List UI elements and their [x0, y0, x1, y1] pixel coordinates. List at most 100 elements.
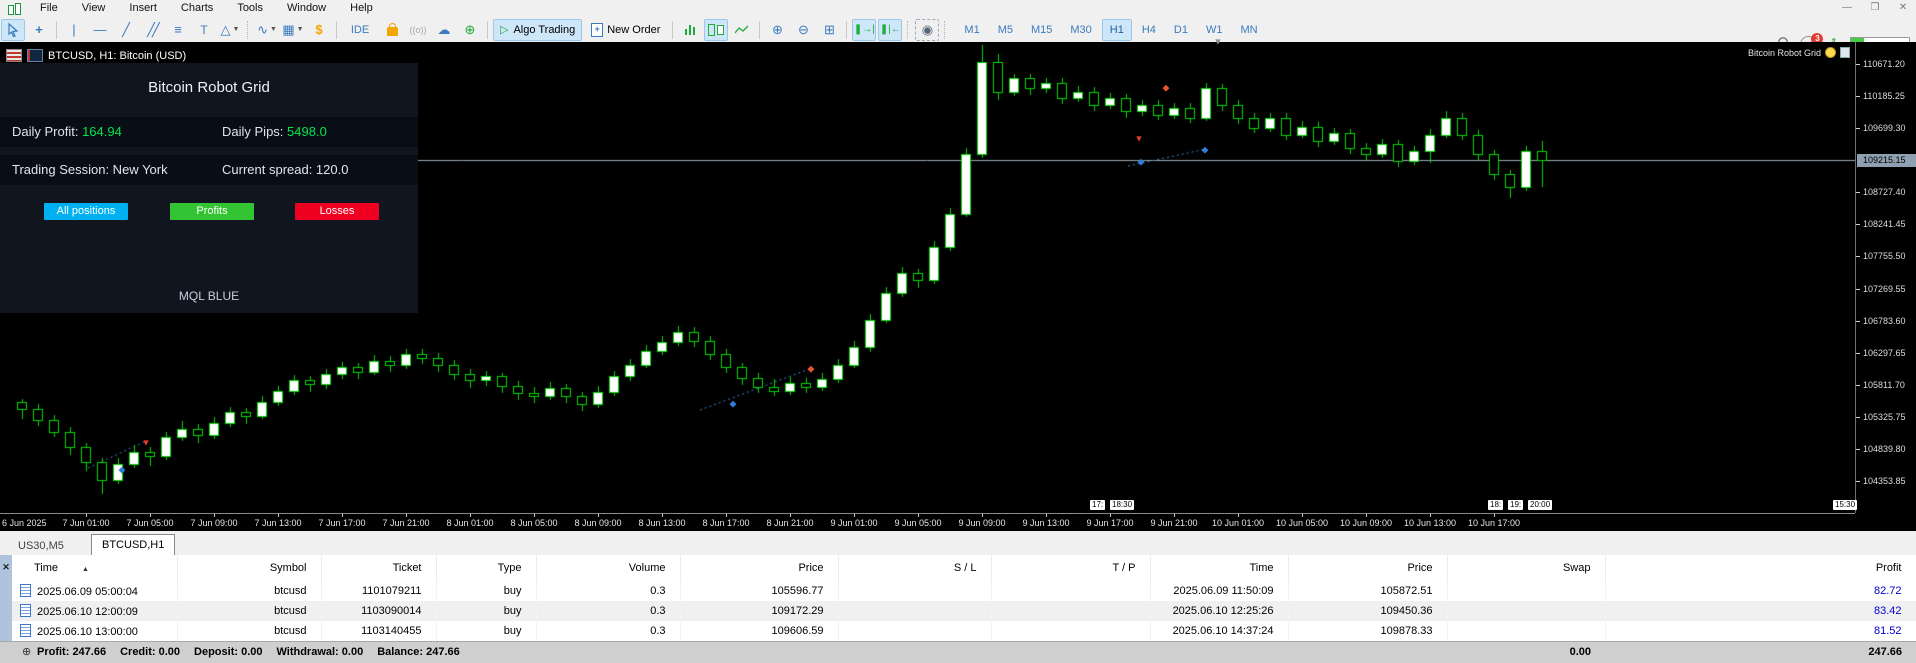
- vertical-line-button[interactable]: |: [62, 19, 86, 41]
- algo-trading-button[interactable]: ▷ Algo Trading: [493, 18, 583, 41]
- column-header-price-close[interactable]: Price: [1288, 555, 1448, 581]
- column-header-volume[interactable]: Volume: [536, 555, 681, 581]
- timeframe-M5[interactable]: M5: [990, 19, 1021, 41]
- price-axis-label: 106783.60: [1863, 316, 1906, 326]
- cell-close_price: 109450.36: [1288, 601, 1448, 621]
- chart-tab-btcusd-h1[interactable]: BTCUSD,H1: [91, 534, 176, 555]
- time-axis[interactable]: 6 Jun 2025 7 Jun 01:00 7 Jun 05:00 7 Jun 09…: [0, 513, 1855, 532]
- restore-button[interactable]: ❐: [1868, 0, 1882, 15]
- new-order-button[interactable]: + New Order: [584, 19, 667, 41]
- column-header-time-close[interactable]: Time: [1150, 555, 1289, 581]
- column-header-sl[interactable]: S / L: [838, 555, 992, 581]
- ea-panel: Bitcoin Robot Grid Daily Profit: 164.94 …: [0, 63, 418, 313]
- menu-tools[interactable]: Tools: [225, 0, 275, 17]
- cell-sl: [838, 621, 992, 641]
- column-header-profit-close[interactable]: Profit: [1605, 555, 1916, 581]
- timeframe-M15[interactable]: M15: [1023, 19, 1060, 41]
- price-tick: [1856, 481, 1860, 482]
- time-axis-label: 10 Jun 01:00: [1211, 518, 1265, 528]
- ea-panel-row-session: Trading Session: New York Current spread…: [0, 155, 418, 185]
- ide-button[interactable]: IDE: [342, 19, 378, 41]
- fibonacci-button[interactable]: ≡: [166, 19, 190, 41]
- menu-view[interactable]: View: [70, 0, 118, 17]
- community-icon[interactable]: ⊕: [458, 19, 482, 41]
- chart-area[interactable]: BTCUSD, H1: Bitcoin (USD) Bitcoin Robot …: [0, 37, 1916, 532]
- close-button[interactable]: ✕: [1896, 0, 1910, 15]
- zoom-out-button[interactable]: ⊖: [791, 19, 815, 41]
- column-header-price[interactable]: Price: [680, 555, 839, 581]
- price-tick: [1856, 449, 1860, 450]
- chart-tab-us30-m5[interactable]: US30,M5: [8, 537, 74, 555]
- menu-charts[interactable]: Charts: [169, 0, 225, 17]
- time-axis-label: 7 Jun 13:00: [254, 518, 302, 528]
- cloud-icon[interactable]: ☁: [432, 19, 456, 41]
- table-row[interactable]: 2025.06.09 05:00:04 btcusd 1101079211 buy 0.…: [12, 581, 1916, 601]
- channel-button[interactable]: ╱╱: [140, 19, 164, 41]
- menu-window[interactable]: Window: [275, 0, 338, 17]
- tile-windows-button[interactable]: ⊞: [817, 19, 841, 41]
- text-tool-button[interactable]: T: [192, 19, 216, 41]
- cell-close_price: 105872.51: [1288, 581, 1448, 601]
- market-bag-icon[interactable]: [380, 19, 404, 41]
- signals-icon[interactable]: ((o)): [406, 19, 430, 41]
- line-chart-type-button[interactable]: [730, 19, 754, 41]
- shapes-button[interactable]: △ ▼: [218, 19, 242, 41]
- price-axis[interactable]: 110671.20 110185.25 109699.30 108727.40 1082…: [1855, 42, 1916, 513]
- cell-swap: [1447, 601, 1606, 621]
- cell-tp: [991, 621, 1151, 641]
- account-plus-icon[interactable]: ⊕: [22, 642, 31, 663]
- price-tick: [1856, 224, 1860, 225]
- price-axis-label: 110185.25: [1863, 91, 1905, 101]
- timeframe-MN[interactable]: MN: [1232, 19, 1265, 41]
- minimize-button[interactable]: —: [1840, 0, 1854, 15]
- menu-insert[interactable]: Insert: [117, 0, 169, 17]
- time-tick: [534, 514, 535, 517]
- time-tick: [598, 514, 599, 517]
- screenshot-camera-button[interactable]: ◉: [915, 18, 940, 41]
- zoom-in-button[interactable]: ⊕: [765, 19, 789, 41]
- shift-end-button[interactable]: ❚→|: [852, 18, 877, 41]
- column-header-type[interactable]: Type: [436, 555, 537, 581]
- bar-chart-type-button[interactable]: [678, 19, 702, 41]
- cursor-tool-button[interactable]: [1, 18, 25, 41]
- market-watch-icon: [6, 49, 22, 62]
- all-positions-button[interactable]: All positions: [44, 203, 128, 220]
- template-button[interactable]: ▦ ▼: [281, 19, 305, 41]
- toolbox-close-icon[interactable]: ✕: [0, 557, 12, 577]
- deposit-button[interactable]: $: [307, 19, 331, 41]
- crosshair-tool-button[interactable]: +: [27, 19, 51, 41]
- column-header-ticket[interactable]: Ticket: [321, 555, 437, 581]
- trendline-button[interactable]: ╱: [114, 19, 138, 41]
- table-row[interactable]: 2025.06.10 12:00:09 btcusd 1103090014 buy 0.…: [12, 601, 1916, 621]
- time-axis-label: 7 Jun 21:00: [382, 518, 430, 528]
- timeframe-H4[interactable]: H4: [1134, 19, 1164, 41]
- timeframe-D1[interactable]: D1: [1166, 19, 1196, 41]
- column-header-symbol[interactable]: Symbol: [177, 555, 322, 581]
- candlestick-chart-type-button[interactable]: [704, 18, 729, 41]
- auto-shift-button[interactable]: ❚|←: [878, 18, 903, 41]
- timeframe-M1[interactable]: M1: [956, 19, 987, 41]
- timeframe-M30[interactable]: M30: [1062, 19, 1099, 41]
- horizontal-line-button[interactable]: —: [88, 19, 112, 41]
- ea-properties-icon[interactable]: [1840, 47, 1850, 58]
- price-tick: [1856, 289, 1860, 290]
- time-axis-label: 8 Jun 05:00: [510, 518, 558, 528]
- profits-button[interactable]: Profits: [170, 203, 254, 220]
- price-tick: [1856, 321, 1860, 322]
- menu-file[interactable]: File: [28, 0, 70, 17]
- time-axis-label: 9 Jun 13:00: [1022, 518, 1070, 528]
- column-header-swap-close[interactable]: Swap: [1447, 555, 1606, 581]
- menu-help[interactable]: Help: [338, 0, 385, 17]
- cell-profit: 81.52: [1605, 621, 1916, 641]
- time-tick: [1430, 514, 1431, 517]
- table-row[interactable]: 2025.06.10 13:00:00 btcusd 1103140455 buy 0.…: [12, 621, 1916, 641]
- losses-button[interactable]: Losses: [295, 203, 379, 220]
- ea-panel-row-profit: Daily Profit: 164.94 Daily Pips: 5498.0: [0, 117, 418, 147]
- status-profit: Profit: 247.66: [37, 646, 107, 658]
- diamond-marker-icon: ◆: [118, 464, 126, 475]
- ea-smiley-icon[interactable]: [1825, 47, 1836, 58]
- indicators-button[interactable]: ∿ ▼: [255, 19, 279, 41]
- column-header-time[interactable]: Time ▲: [12, 555, 178, 581]
- column-header-tp[interactable]: T / P: [991, 555, 1151, 581]
- timeframe-H1[interactable]: H1: [1101, 18, 1132, 41]
